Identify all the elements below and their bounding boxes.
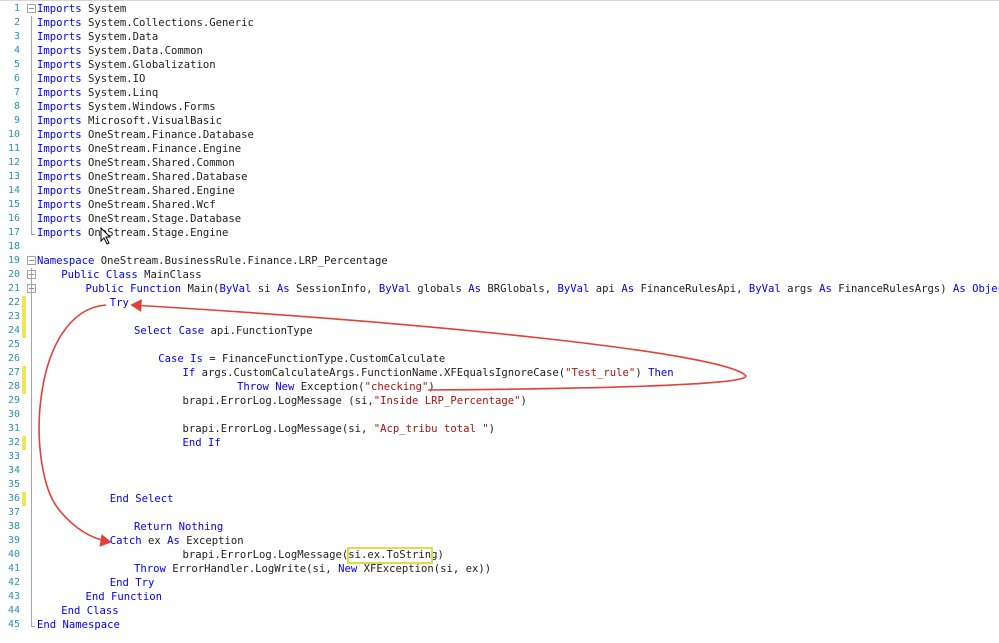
mouse-pointer-icon: [100, 227, 112, 245]
arrow-try-to-catch: [38, 304, 112, 547]
annotation-arrows: [38, 299, 747, 547]
code-editor[interactable]: 1− Imports System 2 Imports System.Collecti…: [0, 0, 999, 643]
highlight-box-ex-tostring: [347, 547, 433, 564]
arrow-loop-to-try: [130, 299, 747, 391]
